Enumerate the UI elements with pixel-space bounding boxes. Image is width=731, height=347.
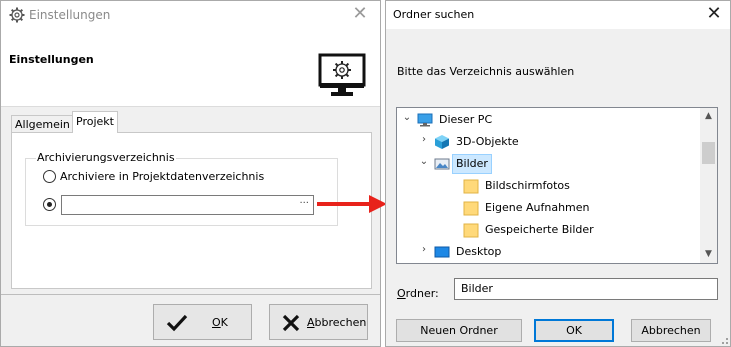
- cancel-access-key: A: [307, 316, 315, 329]
- tree-item-3d-objekte[interactable]: › 3D-Objekte: [397, 131, 699, 153]
- cancel-label-rest: bbrechen: [314, 316, 367, 329]
- tree-item-label: Gespeicherte Bilder: [485, 223, 594, 236]
- collapse-chevron-icon[interactable]: ⌄: [418, 156, 430, 170]
- archive-path-input[interactable]: ···: [61, 195, 314, 215]
- checkmark-icon: [166, 314, 188, 332]
- cancel-button-label: Abbrechen: [307, 316, 366, 329]
- folder-icon: [463, 201, 479, 216]
- tree-item-label: Bildschirmfotos: [485, 179, 570, 192]
- archive-directory-legend: Archivierungsverzeichnis: [36, 151, 176, 164]
- expand-chevron-icon[interactable]: ›: [418, 244, 430, 258]
- collapse-chevron-icon[interactable]: ⌄: [401, 112, 413, 126]
- folder-icon: [463, 223, 479, 238]
- cancel-button[interactable]: Abbrechen: [269, 304, 368, 340]
- monitor-gear-icon: [318, 53, 366, 96]
- scroll-thumb[interactable]: [702, 142, 715, 164]
- settings-dialog: Einstellungen ✕ Einstellungen Allgemein …: [0, 0, 381, 347]
- scroll-up-arrow-icon[interactable]: ▲: [700, 108, 717, 125]
- tab-projekt[interactable]: Projekt: [72, 111, 118, 133]
- new-folder-button[interactable]: Neuen Ordner erstellen: [396, 319, 522, 347]
- settings-titlebar: Einstellungen ✕: [1, 1, 380, 29]
- pc-icon: [417, 113, 433, 127]
- settings-close-button[interactable]: ✕: [346, 3, 374, 27]
- tree-item-label: Eigene Aufnahmen: [485, 201, 590, 214]
- radio-archive-in-project-dir[interactable]: [43, 170, 56, 183]
- tree-vertical-scrollbar[interactable]: ▲ ▼: [700, 108, 717, 263]
- tree-item-label: Dieser PC: [439, 113, 493, 126]
- scroll-down-arrow-icon[interactable]: ▼: [700, 246, 717, 263]
- x-mark-icon: [282, 314, 300, 332]
- folder-tree[interactable]: ⌄ Dieser PC › 3D-Objekte ⌄ Bilder Bildsc…: [396, 107, 718, 264]
- radio-custom-directory[interactable]: [43, 198, 56, 211]
- settings-header-title: Einstellungen: [9, 53, 94, 66]
- tree-item-gespeicherte-bilder[interactable]: Gespeicherte Bilder: [397, 219, 699, 241]
- folder-ok-button[interactable]: OK: [534, 319, 614, 342]
- folder-browser-instruction: Bitte das Verzeichnis auswählen: [397, 65, 575, 78]
- gear-icon: [9, 7, 25, 23]
- archive-directory-group: Archivierungsverzeichnis: [25, 151, 338, 226]
- folder-browser-close-button[interactable]: ✕: [700, 3, 728, 27]
- tree-item-bildschirmfotos[interactable]: Bildschirmfotos: [397, 175, 699, 197]
- ok-access-key: O: [212, 316, 221, 329]
- desktop-icon: [434, 246, 450, 258]
- tree-item-bilder[interactable]: ⌄ Bilder: [397, 153, 699, 175]
- tree-item-eigene-aufnahmen[interactable]: Eigene Aufnahmen: [397, 197, 699, 219]
- folder-browser-dialog: Ordner suchen ✕ Bitte das Verzeichnis au…: [385, 0, 731, 347]
- tree-item-label: 3D-Objekte: [456, 135, 519, 148]
- radio-archive-in-project-dir-label[interactable]: Archiviere in Projektdatenverzeichnis: [60, 170, 264, 183]
- folder-name-input[interactable]: Bilder: [454, 278, 718, 300]
- settings-header: Einstellungen: [1, 29, 380, 107]
- folder-access-key: O: [397, 287, 406, 300]
- folder-icon: [463, 179, 479, 194]
- folder-browser-window-title: Ordner suchen: [393, 8, 475, 21]
- tree-item-desktop[interactable]: › Desktop: [397, 241, 699, 263]
- ok-label-rest: K: [220, 316, 228, 329]
- 3d-objects-icon: [435, 135, 449, 149]
- tree-item-dieser-pc[interactable]: ⌄ Dieser PC: [397, 109, 699, 131]
- screenshot-stage: Einstellungen ✕ Einstellungen Allgemein …: [0, 0, 731, 347]
- ok-button-label: OK: [212, 316, 228, 329]
- folder-field-label: Ordner:: [397, 287, 439, 300]
- footer-divider: [1, 294, 380, 295]
- expand-chevron-icon[interactable]: ›: [418, 134, 430, 148]
- tree-item-label: Desktop: [456, 245, 502, 258]
- resize-grip-icon[interactable]: [718, 334, 728, 344]
- ok-button[interactable]: OK: [153, 304, 252, 340]
- red-arrow-annotation: [317, 195, 387, 213]
- folder-cancel-button[interactable]: Abbrechen: [631, 319, 711, 342]
- folder-browser-titlebar: Ordner suchen ✕: [386, 1, 730, 29]
- tab-allgemein[interactable]: Allgemein: [11, 115, 74, 133]
- pictures-folder-icon: [434, 158, 450, 170]
- folder-label-rest: rdner:: [405, 287, 439, 300]
- browse-ellipsis-button[interactable]: ···: [299, 198, 309, 209]
- settings-window-title: Einstellungen: [29, 8, 111, 22]
- tree-item-label: Bilder: [452, 154, 492, 174]
